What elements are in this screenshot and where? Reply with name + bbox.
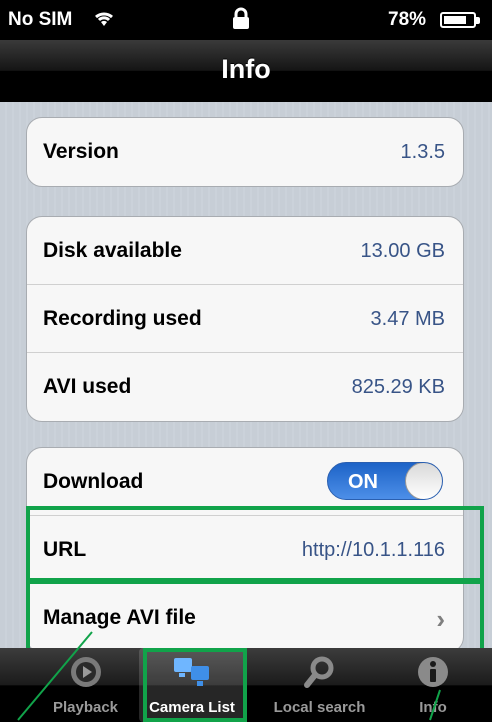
annotation-lines [17,631,441,721]
